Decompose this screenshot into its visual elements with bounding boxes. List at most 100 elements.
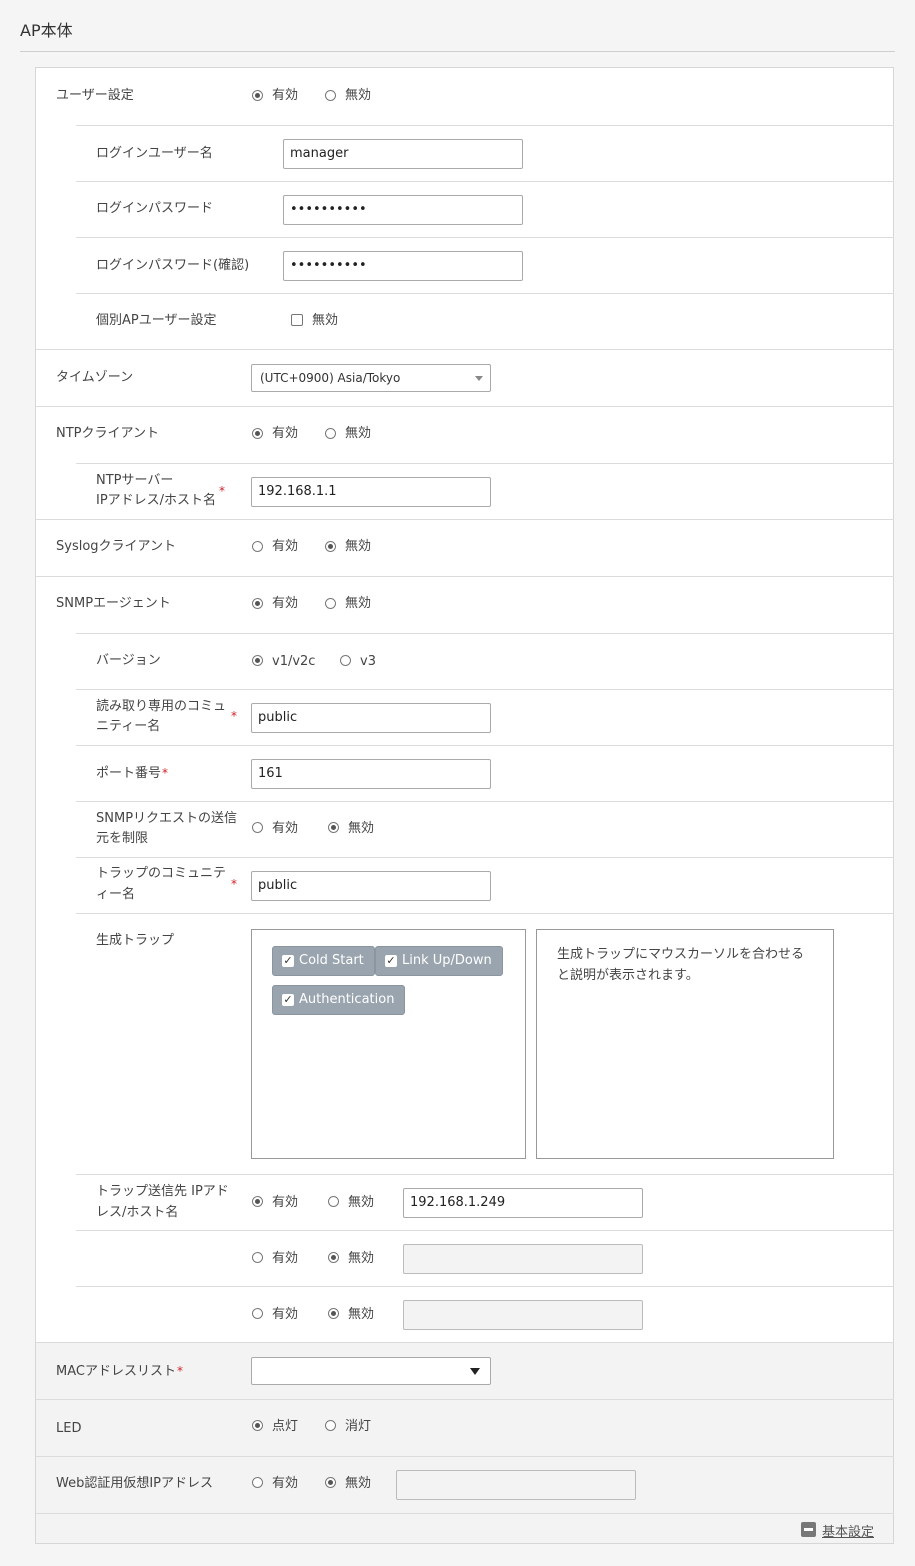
trap-dest-3-input[interactable] [403, 1300, 643, 1330]
ntp-enable-label[interactable]: 有効 [272, 426, 298, 442]
snmp-version-v3-label[interactable]: v3 [360, 654, 376, 670]
led-on-radio[interactable] [252, 1420, 263, 1431]
timezone-select[interactable]: (UTC+0900) Asia/Tokyo [251, 364, 491, 392]
web-auth-ip-input[interactable] [396, 1470, 636, 1500]
snmp-restrict-label-line1: SNMPリクエストの送信 [96, 811, 238, 826]
trap-dest-1-input[interactable]: 192.168.1.249 [403, 1188, 643, 1218]
trap-tag-label: Authentication [299, 992, 395, 1007]
row-divider [36, 406, 894, 407]
trap-dest-2-disable-radio[interactable] [328, 1252, 339, 1263]
row-divider [76, 1174, 894, 1175]
ntp-disable-label[interactable]: 無効 [345, 426, 371, 442]
check-icon: ✓ [282, 993, 294, 1006]
row-divider [76, 801, 894, 802]
row-divider [76, 913, 894, 914]
collapse-icon[interactable] [801, 1522, 816, 1537]
ro-community-input[interactable]: public [251, 703, 491, 733]
web-auth-disable-radio[interactable] [325, 1477, 336, 1488]
snmp-enable-label[interactable]: 有効 [272, 596, 298, 612]
trap-dest-1-enable-radio[interactable] [252, 1196, 263, 1207]
trap-tag-authentication[interactable]: ✓ Authentication [272, 985, 406, 1015]
row-divider [76, 633, 894, 634]
basic-settings-link[interactable]: 基本設定 [822, 1521, 874, 1540]
trap-dest-2-enable-label[interactable]: 有効 [272, 1251, 298, 1267]
trap-dest-1-disable-radio[interactable] [328, 1196, 339, 1207]
syslog-enable-label[interactable]: 有効 [272, 539, 298, 555]
row-divider [76, 125, 894, 126]
ro-community-label-line2: ニティー名 [96, 719, 161, 734]
syslog-disable-label[interactable]: 無効 [345, 539, 371, 555]
individual-ap-user-checkbox[interactable] [291, 314, 303, 326]
timezone-label: タイムゾーン [56, 370, 134, 385]
required-mark: * [219, 484, 225, 498]
snmp-version-v1v2c-radio[interactable] [252, 655, 263, 666]
snmp-enable-radio[interactable] [252, 598, 263, 609]
trap-community-label-line2: ィー名 [96, 887, 136, 902]
trap-dest-3-enable-radio[interactable] [252, 1308, 263, 1319]
trap-dest-2-disable-label[interactable]: 無効 [348, 1251, 374, 1267]
snmp-disable-radio[interactable] [325, 598, 336, 609]
user-settings-enable-radio[interactable] [252, 90, 263, 101]
web-auth-enable-label[interactable]: 有効 [272, 1476, 298, 1492]
syslog-enable-radio[interactable] [252, 541, 263, 552]
syslog-disable-radio[interactable] [325, 541, 336, 552]
snmp-restrict-disable-radio[interactable] [328, 822, 339, 833]
trap-tag-cold-start[interactable]: ✓ Cold Start [272, 946, 375, 976]
ntp-server-input[interactable]: 192.168.1.1 [251, 477, 491, 507]
ntp-server-label-line2: IPアドレス/ホスト名 * [96, 484, 225, 511]
trap-dest-2-input[interactable] [403, 1244, 643, 1274]
individual-ap-user-checkbox-label[interactable]: 無効 [312, 313, 338, 329]
led-on-label[interactable]: 点灯 [272, 1419, 298, 1435]
check-icon: ✓ [282, 954, 294, 967]
snmp-version-v1v2c-label[interactable]: v1/v2c [272, 654, 315, 670]
snmp-version-v3-radio[interactable] [340, 655, 351, 666]
timezone-select-value: (UTC+0900) Asia/Tokyo [260, 371, 401, 385]
row-divider [76, 1230, 894, 1231]
mac-list-select[interactable] [251, 1357, 491, 1385]
ntp-disable-radio[interactable] [325, 428, 336, 439]
mac-list-label-text: MACアドレスリスト [56, 1364, 176, 1379]
login-password-confirm-input[interactable]: •••••••••• [283, 251, 523, 281]
snmp-port-input[interactable]: 161 [251, 759, 491, 789]
row-divider [76, 181, 894, 182]
web-auth-disable-label[interactable]: 無効 [345, 1476, 371, 1492]
row-divider [76, 293, 894, 294]
row-divider [76, 857, 894, 858]
user-settings-disable-label[interactable]: 無効 [345, 88, 371, 104]
login-user-input[interactable]: manager [283, 139, 523, 169]
trap-dest-3-enable-label[interactable]: 有効 [272, 1307, 298, 1323]
row-divider [36, 1342, 894, 1343]
user-settings-label: ユーザー設定 [56, 88, 134, 103]
snmp-restrict-enable-radio[interactable] [252, 822, 263, 833]
ntp-enable-radio[interactable] [252, 428, 263, 439]
mac-list-label: MACアドレスリスト* [56, 1361, 183, 1382]
login-password-confirm-label: ログインパスワード(確認) [96, 258, 250, 273]
ntp-client-label: NTPクライアント [56, 426, 159, 441]
web-auth-ip-label: Web認証用仮想IPアドレス [56, 1476, 214, 1491]
trap-dest-1-enable-label[interactable]: 有効 [272, 1195, 298, 1211]
led-off-label[interactable]: 消灯 [345, 1419, 371, 1435]
led-off-radio[interactable] [325, 1420, 336, 1431]
trap-dest-3-disable-radio[interactable] [328, 1308, 339, 1319]
chevron-down-icon [470, 1368, 480, 1375]
login-password-input[interactable]: •••••••••• [283, 195, 523, 225]
user-settings-enable-label[interactable]: 有効 [272, 88, 298, 104]
trap-dest-3-disable-label[interactable]: 無効 [348, 1307, 374, 1323]
trap-dest-1-disable-label[interactable]: 無効 [348, 1195, 374, 1211]
snmp-disable-label[interactable]: 無効 [345, 596, 371, 612]
row-divider [36, 349, 894, 350]
trap-dest-2-enable-radio[interactable] [252, 1252, 263, 1263]
login-user-label: ログインユーザー名 [96, 146, 213, 161]
required-mark: * [231, 709, 237, 723]
trap-community-input[interactable]: public [251, 871, 491, 901]
trap-dest-label-line2: レス/ホスト名 [96, 1205, 179, 1220]
web-auth-enable-radio[interactable] [252, 1477, 263, 1488]
required-mark: * [162, 766, 169, 780]
snmp-restrict-disable-label[interactable]: 無効 [348, 821, 374, 837]
snmp-port-label: ポート番号* [96, 763, 168, 784]
required-mark: * [231, 877, 237, 891]
trap-tag-link-up-down[interactable]: ✓ Link Up/Down [375, 946, 503, 976]
snmp-restrict-enable-label[interactable]: 有効 [272, 821, 298, 837]
ro-community-label-line1: 読み取り専用のコミュ [96, 699, 227, 714]
user-settings-disable-radio[interactable] [325, 90, 336, 101]
